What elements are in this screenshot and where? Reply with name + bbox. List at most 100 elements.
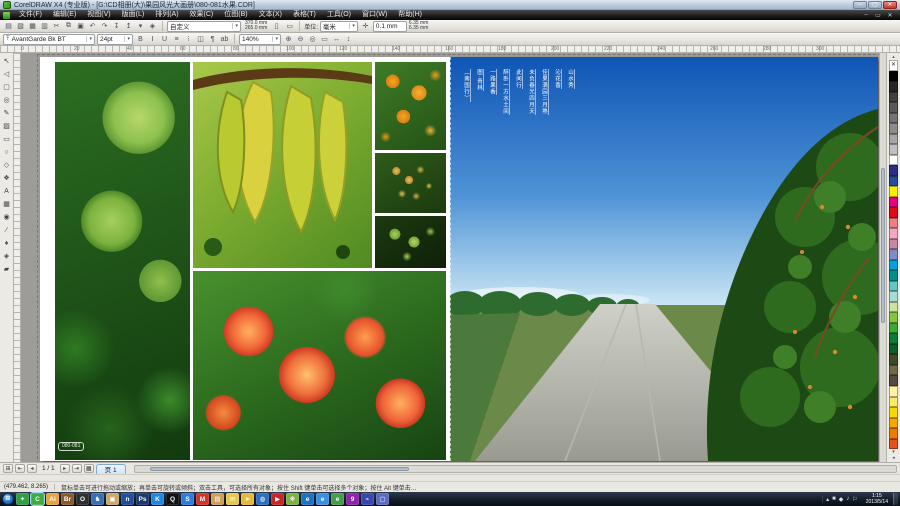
text-style-icon[interactable]: I	[147, 34, 158, 45]
color-swatch[interactable]	[889, 249, 898, 260]
taskbar-app-icon[interactable]: n	[121, 493, 134, 505]
menu-item[interactable]: 视图(V)	[82, 10, 115, 20]
text-style-icon[interactable]: B	[135, 34, 146, 45]
menu-item[interactable]: 文件(F)	[14, 10, 47, 20]
toolbar-icon[interactable]: ↧	[111, 21, 122, 32]
page-nav-button[interactable]: ⇤	[15, 464, 25, 473]
page-nav-button[interactable]: ◂	[27, 464, 37, 473]
taskbar-app-icon[interactable]: O	[76, 493, 89, 505]
taskbar-app-icon[interactable]: ✦	[16, 493, 29, 505]
start-button[interactable]: ⊞	[2, 493, 14, 505]
zoom-tool-icon[interactable]: ▭	[319, 34, 330, 45]
horizontal-ruler[interactable]: 0204060801001201401601802002202402602803…	[0, 46, 900, 53]
color-swatch[interactable]	[889, 176, 898, 187]
zoom-tool-icon[interactable]: ↕	[343, 34, 354, 45]
menu-item[interactable]: 位图(B)	[219, 10, 252, 20]
color-swatch[interactable]	[889, 228, 898, 239]
toolbox-tool[interactable]: ✎	[1, 107, 13, 119]
color-swatch[interactable]	[889, 155, 898, 166]
color-swatch[interactable]	[889, 239, 898, 250]
menu-item[interactable]: 文本(X)	[254, 10, 287, 20]
toolbox-tool[interactable]: ▢	[1, 81, 13, 93]
toolbar-icon[interactable]: ✂	[51, 21, 62, 32]
color-swatch[interactable]	[889, 302, 898, 313]
color-swatch[interactable]	[889, 134, 898, 145]
toolbox-tool[interactable]: ↖	[1, 55, 13, 67]
photo-oranges[interactable]	[375, 62, 446, 150]
taskbar-app-icon[interactable]: Ps	[136, 493, 149, 505]
portrait-button[interactable]: ▯	[271, 21, 282, 32]
maximize-button[interactable]: ▢	[868, 1, 882, 9]
tray-icon[interactable]: ⚐	[852, 496, 857, 503]
toolbox-tool[interactable]: ∕	[1, 224, 13, 236]
palette-expand-icon[interactable]: ◂	[887, 455, 900, 461]
duplicate-distance[interactable]: 6.35 mm 6.35 mm	[409, 21, 428, 32]
photo-starfruit[interactable]	[193, 62, 372, 268]
toolbox-tool[interactable]: ▨	[1, 120, 13, 132]
color-swatch[interactable]	[889, 102, 898, 113]
text-style-icon[interactable]: ⁝	[183, 34, 194, 45]
menu-item[interactable]: 窗口(W)	[357, 10, 392, 20]
toolbox-tool[interactable]: ▰	[1, 263, 13, 275]
toolbar-icon[interactable]: ▤	[3, 21, 14, 32]
taskbar-app-icon[interactable]: ⌁	[361, 493, 374, 505]
taskbar-app-icon[interactable]: Q	[166, 493, 179, 505]
menu-item[interactable]: 排列(A)	[150, 10, 183, 20]
tray-icon[interactable]: ■	[832, 496, 836, 502]
photo-peaches[interactable]	[193, 271, 446, 460]
taskbar-app-icon[interactable]: ♞	[91, 493, 104, 505]
page-nav-button[interactable]: ▸	[60, 464, 70, 473]
color-swatch[interactable]	[889, 71, 898, 82]
menu-item[interactable]: 表格(T)	[288, 10, 321, 20]
toolbox-tool[interactable]: ◉	[1, 211, 13, 223]
toolbar-icon[interactable]: ↷	[99, 21, 110, 32]
taskbar-app-icon[interactable]: ✉	[226, 493, 239, 505]
menu-item[interactable]: 版面(L)	[117, 10, 150, 20]
taskbar-app-icon[interactable]: e	[316, 493, 329, 505]
color-swatch[interactable]	[889, 144, 898, 155]
color-swatch[interactable]	[889, 354, 898, 365]
taskbar-app-icon[interactable]: ▢	[376, 493, 389, 505]
tray-icon[interactable]: ▴	[826, 496, 829, 503]
menu-item[interactable]: 工具(O)	[322, 10, 356, 20]
color-swatch[interactable]	[889, 197, 898, 208]
duplicate-y-field[interactable]: 6.35 mm	[409, 26, 428, 32]
color-swatch[interactable]	[889, 92, 898, 103]
taskbar-app-icon[interactable]: 9	[346, 493, 359, 505]
toolbar-icon[interactable]: ◈	[147, 21, 158, 32]
tray-icon[interactable]: ◆	[839, 496, 844, 503]
color-swatch[interactable]	[889, 312, 898, 323]
color-swatch[interactable]	[889, 418, 898, 429]
toolbar-icon[interactable]: ↥	[123, 21, 134, 32]
color-swatch[interactable]	[889, 207, 898, 218]
taskbar-app-icon[interactable]: ▣	[106, 493, 119, 505]
photo-green-pomelo[interactable]	[55, 62, 190, 460]
toolbar-icon[interactable]: ▣	[75, 21, 86, 32]
color-swatch[interactable]	[889, 428, 898, 439]
page-nav-button[interactable]: ▦	[84, 464, 94, 473]
color-swatch[interactable]	[889, 281, 898, 292]
horizontal-scrollbar[interactable]	[134, 465, 897, 473]
drawing-canvas[interactable]: 山水秀沁花香佳果满园三月熟未负春光四月天此间行醉卧一方水土间一路果香图·青林（南…	[21, 53, 879, 462]
zoom-level-select[interactable]: 140% ▾	[239, 34, 281, 45]
taskbar-app-icon[interactable]: ➤	[241, 493, 254, 505]
photo-green-plums[interactable]	[375, 216, 446, 268]
zoom-tool-icon[interactable]: ⊕	[283, 34, 294, 45]
paper-height-field[interactable]: 265.0 mm	[245, 26, 267, 32]
taskbar-app-icon[interactable]: Br	[61, 493, 74, 505]
color-swatch[interactable]	[889, 333, 898, 344]
color-swatch[interactable]	[889, 81, 898, 92]
text-style-icon[interactable]: ≡	[171, 34, 182, 45]
color-swatch[interactable]	[889, 291, 898, 302]
taskbar-app-icon[interactable]: e	[331, 493, 344, 505]
toolbar-icon[interactable]: ▾	[135, 21, 146, 32]
poem-vertical-text[interactable]: 山水秀沁花香佳果满园三月熟未负春光四月天此间行醉卧一方水土间一路果香图·青林（南…	[462, 69, 575, 189]
toolbar-icon[interactable]: ⧉	[63, 21, 74, 32]
color-swatch[interactable]	[889, 260, 898, 271]
show-desktop-button[interactable]	[893, 493, 898, 505]
paper-dimensions[interactable]: 370.0 mm 265.0 mm	[243, 21, 269, 32]
taskbar-clock[interactable]: 1:15 2013/5/14	[863, 493, 891, 505]
toolbox-tool[interactable]: ◈	[1, 250, 13, 262]
toolbar-icon[interactable]: ▦	[27, 21, 38, 32]
color-swatch[interactable]	[889, 375, 898, 386]
